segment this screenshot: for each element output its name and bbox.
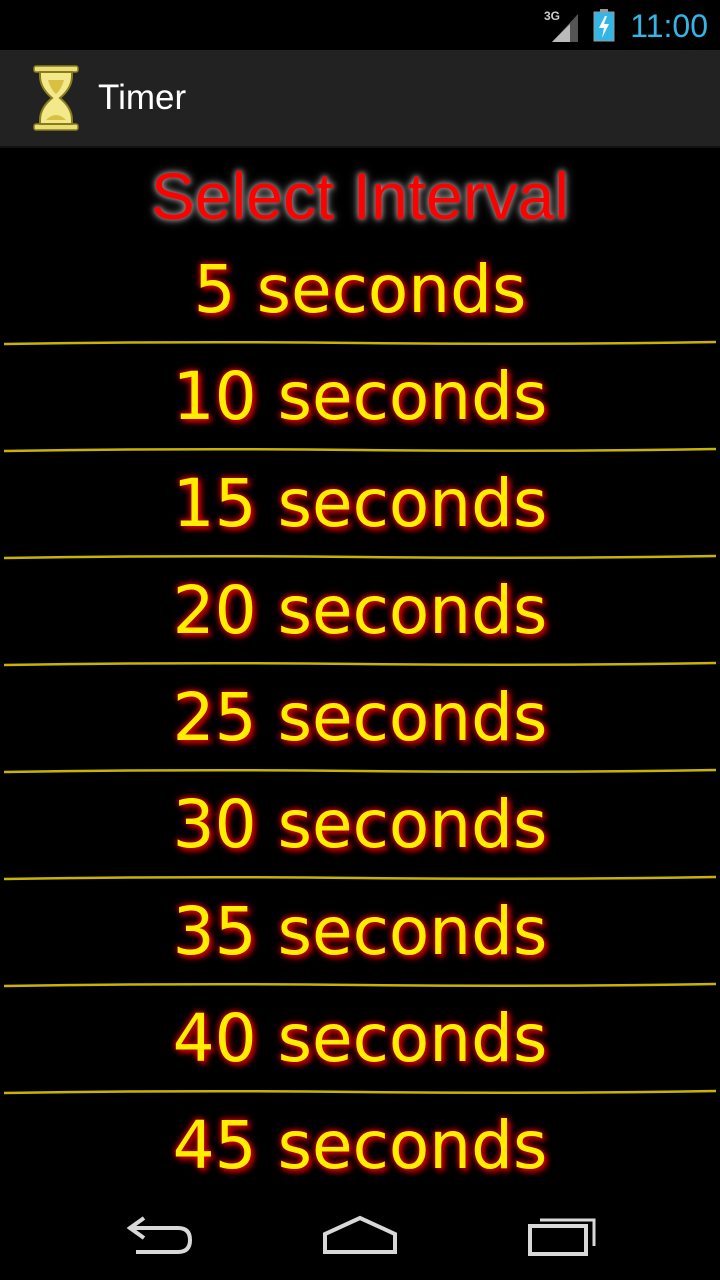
- list-item[interactable]: 40 seconds: [0, 989, 720, 1096]
- list-item[interactable]: 45 seconds: [0, 1096, 720, 1188]
- list-item[interactable]: 25 seconds: [0, 668, 720, 775]
- interval-label: 45 seconds: [172, 1107, 548, 1184]
- interval-label: 15 seconds: [172, 465, 548, 542]
- interval-label: 25 seconds: [172, 679, 548, 756]
- interval-label: 35 seconds: [172, 893, 548, 970]
- list-item[interactable]: 5 seconds: [0, 240, 720, 347]
- signal-icon: 3G: [544, 9, 578, 42]
- interval-label: 10 seconds: [172, 358, 548, 435]
- action-bar: Timer: [0, 50, 720, 148]
- status-clock: 11:00: [630, 8, 708, 44]
- list-item[interactable]: 20 seconds: [0, 561, 720, 668]
- divider: [4, 768, 716, 774]
- divider: [4, 340, 716, 346]
- list-item[interactable]: 10 seconds: [0, 347, 720, 454]
- recent-apps-icon[interactable]: [518, 1204, 608, 1264]
- network-type-label: 3G: [544, 9, 560, 23]
- status-bar: 3G 11:00: [0, 0, 720, 50]
- page-title: Select Interval: [150, 159, 570, 233]
- back-icon[interactable]: [116, 1204, 206, 1264]
- hourglass-icon[interactable]: [28, 64, 84, 132]
- home-icon[interactable]: [315, 1204, 405, 1264]
- divider: [4, 982, 716, 988]
- interval-label: 5 seconds: [193, 251, 527, 328]
- divider: [4, 447, 716, 453]
- interval-screen: Select Interval 5 seconds 10 seconds 15 se…: [0, 148, 720, 1188]
- app-title: Timer: [98, 78, 187, 117]
- interval-list: 5 seconds 10 seconds 15 seconds 20 seconds 2…: [0, 240, 720, 1188]
- divider: [4, 661, 716, 667]
- list-item[interactable]: 35 seconds: [0, 882, 720, 989]
- interval-label: 40 seconds: [172, 1000, 548, 1077]
- interval-label: 20 seconds: [172, 572, 548, 649]
- list-item[interactable]: 15 seconds: [0, 454, 720, 561]
- divider: [4, 554, 716, 560]
- battery-charging-icon: [593, 9, 615, 42]
- list-item[interactable]: 30 seconds: [0, 775, 720, 882]
- interval-label: 30 seconds: [172, 786, 548, 863]
- divider: [4, 875, 716, 881]
- divider: [4, 1089, 716, 1095]
- navigation-bar: [0, 1188, 720, 1280]
